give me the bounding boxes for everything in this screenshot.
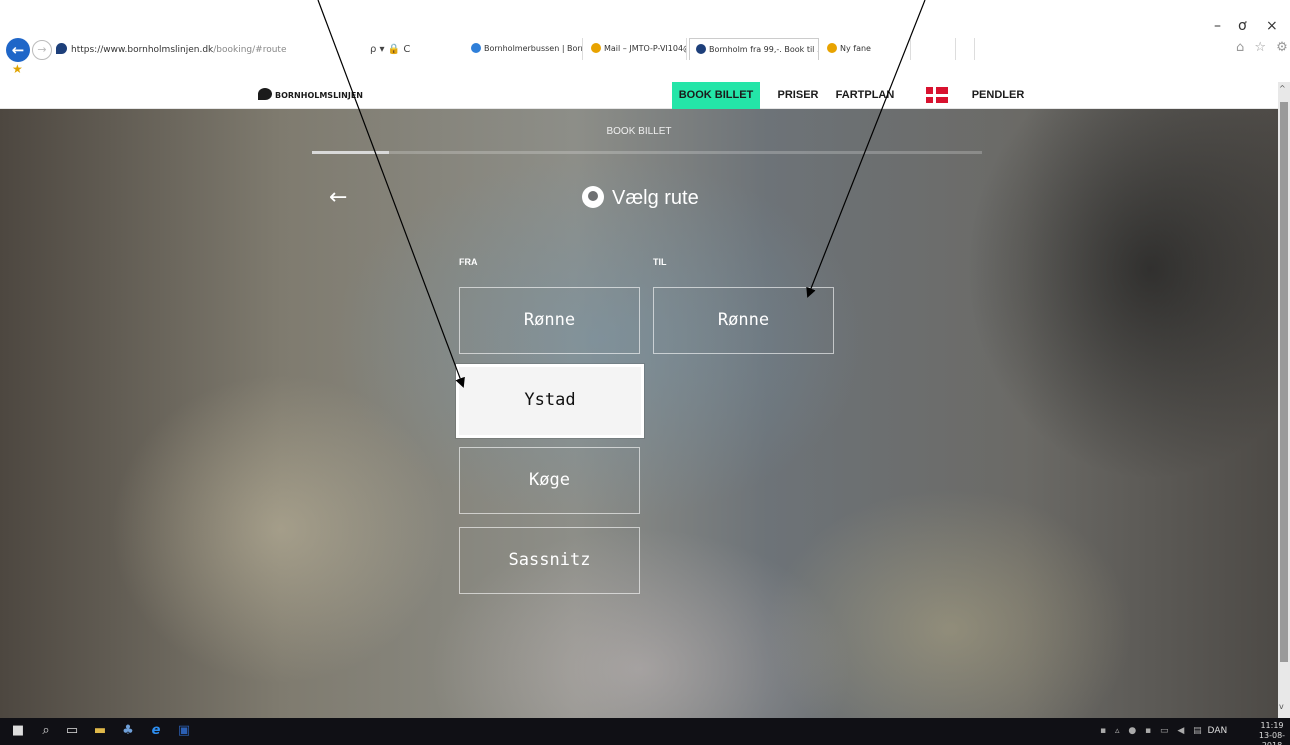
tab-favicon-icon bbox=[827, 43, 837, 53]
tab-mail[interactable]: Mail – JMTO-P-VI104@mil.dk bbox=[585, 38, 687, 60]
from-label: FRA bbox=[459, 257, 478, 267]
system-tray[interactable]: ▪ ▵ ● ▪ ▭ ◀ ▤ DAN bbox=[1100, 726, 1227, 736]
logo-icon bbox=[258, 88, 272, 100]
tab-favicon-icon bbox=[471, 43, 481, 53]
address-bar[interactable]: https://www.bornholmslinjen.dk/booking/#… bbox=[56, 40, 366, 60]
file-explorer-icon[interactable]: ▬ bbox=[92, 723, 108, 739]
favorites-star-icon[interactable]: ★ bbox=[12, 62, 23, 76]
page-scrollbar[interactable]: ^ v bbox=[1278, 82, 1290, 718]
tab-label: Ny fane bbox=[840, 44, 871, 53]
to-port-ronne[interactable]: Rønne bbox=[653, 287, 834, 354]
search-icon[interactable]: ⌕ bbox=[38, 723, 54, 739]
swirl-logo-icon bbox=[582, 186, 604, 208]
danish-flag-icon[interactable] bbox=[926, 87, 948, 103]
home-star-gear-icons[interactable]: ⌂ ☆ ⚙ bbox=[1236, 40, 1290, 55]
route-heading: Vælg rute bbox=[582, 186, 699, 210]
app-icon[interactable]: ♣ bbox=[120, 723, 136, 739]
clock-time: 11:19 bbox=[1260, 721, 1284, 730]
clock-date: 13-08-2018 bbox=[1258, 731, 1286, 745]
language-indicator[interactable]: DAN bbox=[1208, 726, 1228, 736]
new-tab-button[interactable] bbox=[955, 38, 975, 60]
site-favicon-icon bbox=[56, 43, 67, 54]
nav-pendler[interactable]: PENDLER bbox=[968, 82, 1028, 109]
forward-button-icon[interactable]: → bbox=[32, 40, 52, 60]
browser-chrome: ← → https://www.bornholmslinjen.dk/booki… bbox=[0, 0, 1290, 82]
browser-tools[interactable]: ⌂ ☆ ⚙☻ bbox=[1236, 40, 1290, 55]
word-icon[interactable]: ▣ bbox=[176, 723, 192, 739]
minimize-icon[interactable]: – bbox=[1214, 18, 1221, 34]
booking-area: BOOK BILLET ← Vælg rute FRA TIL Rønne Ys… bbox=[0, 109, 1278, 718]
address-tools[interactable]: ρ ▾ 🔒 C bbox=[370, 40, 410, 60]
site-logo[interactable]: BORNHOLMSLINJEN bbox=[258, 88, 363, 100]
step-title: BOOK BILLET bbox=[606, 126, 672, 137]
clock[interactable]: 11:19 13-08-2018 bbox=[1254, 721, 1290, 745]
from-port-koge[interactable]: Køge bbox=[459, 447, 640, 514]
back-arrow-icon[interactable]: ← bbox=[329, 185, 347, 210]
tab-favicon-icon bbox=[696, 44, 706, 54]
scrollbar-thumb[interactable] bbox=[1280, 102, 1288, 662]
progress-fill bbox=[312, 151, 390, 154]
windows-start-icon[interactable]: ■ bbox=[10, 723, 26, 739]
from-port-ronne[interactable]: Rønne bbox=[459, 287, 640, 354]
from-port-sassnitz[interactable]: Sassnitz bbox=[459, 527, 640, 594]
nav-book-billet[interactable]: BOOK BILLET bbox=[672, 82, 760, 109]
back-button-icon[interactable]: ← bbox=[6, 38, 30, 62]
tray-icons[interactable]: ▪ ▵ ● ▪ ▭ ◀ ▤ bbox=[1100, 726, 1205, 736]
tab-bornholm-book[interactable]: Bornholm fra 99,-. Book til ... × bbox=[689, 38, 819, 60]
tab-favicon-icon bbox=[591, 43, 601, 53]
tab-label: Bornholmerbussen | Bornholm... bbox=[484, 44, 582, 53]
url-path: /booking/#route bbox=[213, 45, 287, 55]
logo-text: BORNHOLMSLINJEN bbox=[275, 91, 363, 100]
tab-label: Bornholm fra 99,-. Book til ... × bbox=[709, 45, 818, 54]
route-title-text: Vælg rute bbox=[612, 187, 699, 209]
tab-bornholmerbussen[interactable]: Bornholmerbussen | Bornholm... bbox=[465, 38, 583, 60]
scroll-down-icon[interactable]: v bbox=[1279, 702, 1284, 711]
url-host: https://www.bornholmslinjen.dk bbox=[71, 45, 214, 55]
nav-fartplan[interactable]: FARTPLAN bbox=[830, 82, 900, 109]
tab-ny-fane[interactable]: Ny fane bbox=[821, 38, 911, 60]
from-port-ystad[interactable]: Ystad bbox=[456, 364, 644, 438]
windows-taskbar: ■ ⌕ ▭ ▬ ♣ e ▣ ▪ ▵ ● ▪ ▭ ◀ ▤ DAN 11:19 13… bbox=[0, 718, 1290, 745]
scroll-up-icon[interactable]: ^ bbox=[1279, 84, 1286, 93]
close-icon[interactable]: × bbox=[1266, 18, 1278, 34]
progress-bar bbox=[312, 151, 982, 154]
tab-label: Mail – JMTO-P-VI104@mil.dk bbox=[604, 44, 686, 53]
task-view-icon[interactable]: ▭ bbox=[64, 723, 80, 739]
nav-priser[interactable]: PRISER bbox=[768, 82, 828, 109]
to-label: TIL bbox=[653, 257, 667, 267]
internet-explorer-icon[interactable]: e bbox=[148, 723, 164, 739]
maximize-icon[interactable]: ơ bbox=[1238, 18, 1247, 34]
site-header: BORNHOLMSLINJEN BOOK BILLET PRISER FARTP… bbox=[0, 82, 1278, 109]
